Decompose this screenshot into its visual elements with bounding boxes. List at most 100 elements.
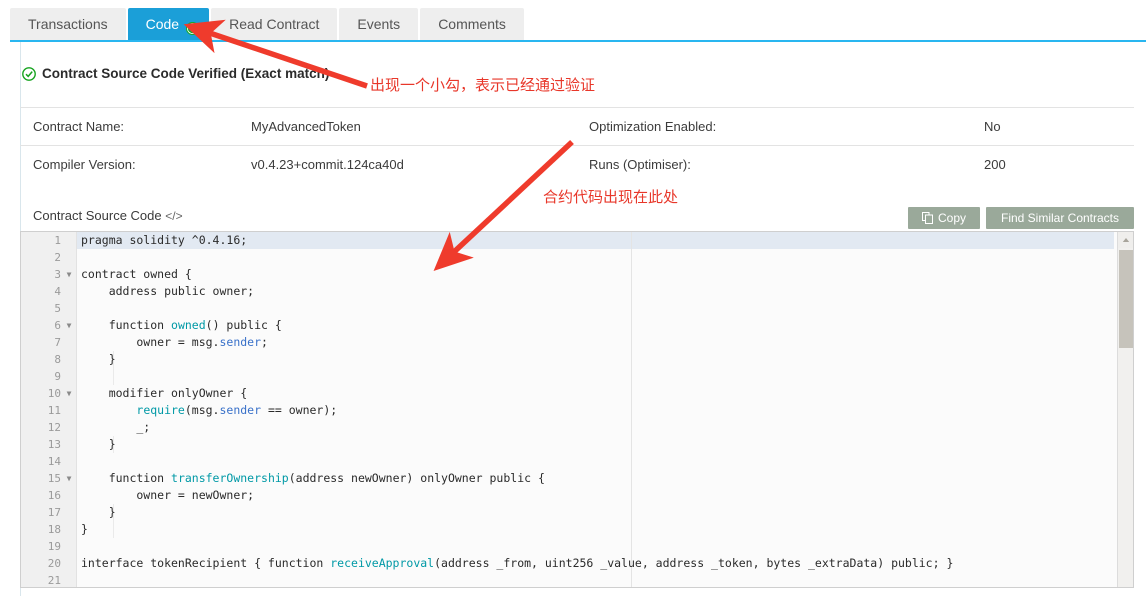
code-line: 4 address public owner; (21, 283, 1133, 300)
line-number: 14 (47, 455, 61, 468)
line-number: 17 (47, 506, 61, 519)
tab-bar: Transactions Code Read Contract Events Comme… (0, 0, 1146, 40)
code-text: require(msg.sender == owner); (136, 403, 338, 417)
code-angle-brackets-icon: </> (165, 209, 183, 223)
code-fold-toggle-icon[interactable]: ▼ (65, 266, 73, 283)
code-fold-toggle-icon[interactable]: ▼ (65, 317, 73, 334)
code-text: function transferOwnership(address newOw… (81, 471, 545, 485)
code-text: _; (81, 420, 151, 434)
find-similar-contracts-label: Find Similar Contracts (1000, 211, 1120, 225)
line-number: 11 (47, 404, 61, 417)
verified-banner: Contract Source Code Verified (Exact mat… (22, 66, 329, 81)
line-number: 8 (54, 353, 61, 366)
code-line: 21 (21, 572, 1133, 587)
tab-code[interactable]: Code (127, 8, 210, 40)
line-number: 19 (47, 540, 61, 553)
annotation-label-verified: 出现一个小勾，表示已经通过验证 (370, 76, 596, 94)
line-number: 18 (47, 523, 61, 536)
line-number: 13 (47, 438, 61, 451)
annotation-label-source-code: 合约代码出现在此处 (543, 188, 679, 206)
code-line: 15 ▼ function transferOwnership(address n… (21, 470, 1133, 487)
info-row-runs-optimiser: Runs (Optimiser): 200 (577, 145, 1134, 183)
info-value: 200 (984, 157, 1006, 172)
code-line: 13 } (21, 436, 1133, 453)
line-number: 3 (54, 268, 61, 281)
code-line: 11 require(msg.sender == owner); (21, 402, 1133, 419)
check-circle-icon (22, 66, 36, 81)
code-line: 14 (21, 453, 1133, 470)
line-number: 5 (54, 302, 61, 315)
line-number: 15 (47, 472, 61, 485)
source-code-heading-label: Contract Source Code (33, 208, 162, 223)
line-number: 12 (47, 421, 61, 434)
tab-label: Transactions (28, 16, 108, 32)
code-lines: 1 pragma solidity ^0.4.16; 2 3 ▼ contract own… (21, 232, 1133, 587)
line-number: 21 (47, 574, 61, 587)
code-line: 1 pragma solidity ^0.4.16; (21, 232, 1133, 249)
info-value: No (984, 119, 1001, 134)
info-key: Optimization Enabled: (589, 119, 717, 134)
code-line: 16 owner = newOwner; (21, 487, 1133, 504)
info-value: MyAdvancedToken (251, 119, 361, 134)
tab-label: Events (357, 16, 401, 32)
source-code-heading: Contract Source Code </> (33, 208, 183, 223)
code-line: 6 ▼ function owned() public { (21, 317, 1133, 334)
code-line: 20 interface tokenRecipient { function re… (21, 555, 1133, 572)
line-number: 9 (54, 370, 61, 383)
tab-transactions[interactable]: Transactions (10, 8, 126, 40)
code-text: contract owned { (81, 267, 192, 281)
line-number: 10 (47, 387, 61, 400)
tab-label: Comments (438, 16, 506, 32)
find-similar-contracts-button[interactable]: Find Similar Contracts (986, 207, 1134, 229)
code-text: } (81, 505, 116, 519)
verified-label: Contract Source Code Verified (Exact mat… (42, 66, 330, 81)
code-line: 7 owner = msg.sender; (21, 334, 1133, 351)
code-line: 19 (21, 538, 1133, 555)
code-line: 17 } (21, 504, 1133, 521)
tab-events[interactable]: Events (339, 8, 419, 40)
code-line: 12 _; (21, 419, 1133, 436)
scrollbar-thumb[interactable] (1119, 250, 1133, 348)
line-number: 7 (54, 336, 61, 349)
tab-read-contract[interactable]: Read Contract (211, 8, 338, 40)
code-editor[interactable]: 1 pragma solidity ^0.4.16; 2 3 ▼ contract own… (20, 231, 1134, 588)
code-text: } (81, 352, 116, 366)
code-line: 2 (21, 249, 1133, 266)
code-fold-toggle-icon[interactable]: ▼ (65, 470, 73, 487)
code-text: } (81, 437, 116, 451)
code-text: owner = msg.sender; (81, 335, 268, 349)
line-number: 2 (54, 251, 61, 264)
code-line: 8 } (21, 351, 1133, 368)
tab-strip: Transactions Code Read Contract Events Comme… (10, 8, 526, 40)
copy-button-label: Copy (937, 211, 966, 225)
code-fold-toggle-icon[interactable]: ▼ (65, 385, 73, 402)
info-row-contract-name: Contract Name: MyAdvancedToken (20, 107, 577, 145)
info-key: Runs (Optimiser): (589, 157, 691, 172)
copy-icon (921, 212, 933, 224)
tab-label: Code (145, 16, 180, 32)
info-row-compiler-version: Compiler Version: v0.4.23+commit.124ca40… (20, 145, 577, 183)
code-line: 18} (21, 521, 1133, 538)
code-text: function owned() public { (81, 318, 282, 332)
copy-button[interactable]: Copy (908, 207, 980, 229)
code-line: 5 (21, 300, 1133, 317)
scrollbar-up-arrow-icon[interactable] (1118, 232, 1133, 248)
info-value: v0.4.23+commit.124ca40d (251, 157, 404, 172)
info-key: Contract Name: (33, 119, 125, 134)
info-row-optimization-enabled: Optimization Enabled: No (577, 107, 1134, 145)
code-line: 10 ▼ modifier onlyOwner { (21, 385, 1133, 402)
line-number: 20 (47, 557, 61, 570)
code-text: } (81, 522, 88, 536)
code-line: 3 ▼ contract owned { (21, 266, 1133, 283)
info-key: Compiler Version: (33, 157, 136, 172)
code-text: pragma solidity ^0.4.16; (81, 233, 248, 247)
tab-label: Read Contract (229, 16, 320, 32)
code-text: interface tokenRecipient { function rece… (81, 556, 954, 570)
code-text: owner = newOwner; (81, 488, 255, 502)
line-number: 6 (54, 319, 61, 332)
tab-comments[interactable]: Comments (420, 8, 524, 40)
code-text: modifier onlyOwner { (81, 386, 248, 400)
verified-check-badge-icon (185, 14, 200, 36)
editor-vertical-scrollbar[interactable] (1117, 232, 1133, 587)
tab-bar-underline (10, 40, 1146, 42)
